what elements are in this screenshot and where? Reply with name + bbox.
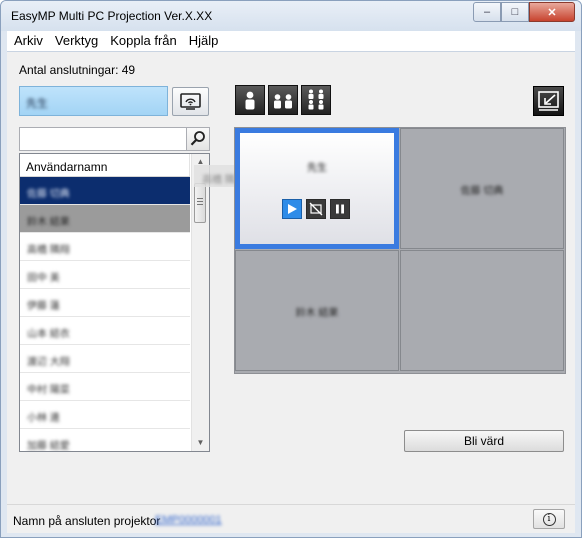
list-item[interactable]: 伊藤 蓮 bbox=[20, 289, 190, 317]
exit-fullscreen-icon bbox=[538, 91, 559, 111]
menu-verktyg[interactable]: Verktyg bbox=[50, 31, 103, 48]
cell-controls bbox=[282, 199, 350, 219]
maximize-button[interactable]: □ bbox=[501, 2, 529, 22]
user-list-scrollbar[interactable]: ▲ ▼ bbox=[191, 154, 209, 451]
list-item[interactable]: 加藤 結愛 bbox=[20, 429, 190, 452]
pause-button[interactable] bbox=[330, 199, 350, 219]
wifi-display-icon bbox=[180, 93, 201, 110]
minimize-button[interactable]: – bbox=[473, 2, 501, 22]
list-item[interactable]: 渡辺 大翔 bbox=[20, 345, 190, 373]
column-username: Användarnamn bbox=[26, 160, 108, 174]
list-item-label: 中村 陽菜 bbox=[27, 385, 70, 396]
list-item-label: 加藤 結愛 bbox=[27, 441, 70, 452]
info-button[interactable]: i bbox=[533, 509, 565, 529]
play-icon bbox=[288, 204, 297, 214]
scroll-thumb[interactable] bbox=[194, 183, 206, 223]
two-person-icon bbox=[274, 94, 292, 109]
menu-bar: Arkiv Verktyg Koppla från Hjälp bbox=[7, 31, 575, 52]
connection-count: Antal anslutningar: 49 bbox=[19, 63, 136, 77]
grid-cell[interactable] bbox=[400, 250, 564, 371]
fullscreen-button[interactable] bbox=[533, 86, 564, 116]
list-item-label: 渡辺 大翔 bbox=[27, 357, 70, 368]
title-bar: EasyMP Multi PC Projection Ver.X.XX – □ … bbox=[1, 1, 581, 31]
maximize-icon: □ bbox=[511, 6, 519, 18]
layout-double-button[interactable] bbox=[268, 85, 298, 115]
list-item-label: 佐藤 切典 bbox=[27, 189, 70, 200]
list-item[interactable]: 小林 連 bbox=[20, 401, 190, 429]
info-icon: i bbox=[542, 512, 556, 526]
current-user-box: 先生 bbox=[19, 86, 168, 116]
list-item[interactable]: 高橋 隣翔 bbox=[20, 233, 190, 261]
connected-projector-label: Namn på ansluten projektor bbox=[13, 514, 161, 528]
minimize-icon: – bbox=[483, 6, 491, 18]
layout-single-button[interactable] bbox=[235, 85, 265, 115]
current-user-name: 先生 bbox=[26, 98, 48, 110]
client-area: Antal anslutningar: 49 先生 Användarnamn 佐… bbox=[7, 52, 575, 533]
become-host-button[interactable]: Bli värd bbox=[404, 430, 564, 452]
user-rows: 佐藤 切典 鈴木 結果 高橋 隣翔 田中 美 伊藤 蓮 山本 結衣 渡辺 大翔 … bbox=[20, 177, 190, 452]
list-item[interactable]: 田中 美 bbox=[20, 261, 190, 289]
pause-icon bbox=[336, 204, 344, 214]
header-divider bbox=[189, 154, 190, 176]
app-window: EasyMP Multi PC Projection Ver.X.XX – □ … bbox=[0, 0, 582, 538]
list-item-label: 伊藤 蓮 bbox=[27, 301, 60, 312]
list-item-label: 小林 連 bbox=[27, 413, 60, 424]
list-item[interactable]: 鈴木 結果 bbox=[20, 205, 190, 233]
four-person-icon bbox=[308, 89, 324, 110]
projection-grid: 先生 佐藤 切典 鈴木 結果 bbox=[234, 127, 566, 374]
list-item-label: 高橋 隣翔 bbox=[27, 245, 70, 256]
user-list: Användarnamn 佐藤 切典 鈴木 結果 高橋 隣翔 田中 美 伊藤 蓮… bbox=[19, 153, 210, 452]
grid-cell-label: 先生 bbox=[307, 163, 327, 174]
connected-projector-link[interactable]: EMP0000001 bbox=[155, 514, 222, 526]
caption-buttons: – □ ✕ bbox=[473, 2, 575, 22]
close-icon: ✕ bbox=[547, 6, 557, 19]
menu-arkiv[interactable]: Arkiv bbox=[9, 31, 48, 48]
list-item[interactable]: 中村 陽菜 bbox=[20, 373, 190, 401]
cast-button[interactable] bbox=[172, 87, 209, 116]
play-button[interactable] bbox=[282, 199, 302, 219]
grid-cell[interactable]: 佐藤 切典 bbox=[400, 128, 564, 249]
list-item[interactable]: 山本 結衣 bbox=[20, 317, 190, 345]
list-item-label: 田中 美 bbox=[27, 273, 60, 284]
grid-cell-label: 佐藤 切典 bbox=[460, 186, 504, 197]
close-button[interactable]: ✕ bbox=[529, 2, 575, 22]
scroll-down-icon[interactable]: ▼ bbox=[192, 435, 209, 451]
layout-quad-button[interactable] bbox=[301, 85, 331, 115]
search-button[interactable] bbox=[186, 127, 210, 151]
single-person-icon bbox=[245, 91, 255, 110]
search-input[interactable] bbox=[19, 127, 191, 151]
menu-hjalp[interactable]: Hjälp bbox=[184, 31, 224, 48]
status-bar: Namn på ansluten projektor EMP0000001 i bbox=[7, 504, 575, 533]
grid-cell-active[interactable]: 先生 bbox=[235, 128, 399, 249]
menu-koppla-fran[interactable]: Koppla från bbox=[105, 31, 182, 48]
list-item-label: 山本 結衣 bbox=[27, 329, 70, 340]
window-title: EasyMP Multi PC Projection Ver.X.XX bbox=[11, 9, 213, 23]
no-display-icon bbox=[309, 202, 323, 216]
list-item[interactable]: 佐藤 切典 bbox=[20, 177, 190, 205]
user-list-header[interactable]: Användarnamn bbox=[20, 154, 190, 177]
layout-buttons bbox=[235, 85, 331, 115]
grid-cell[interactable]: 鈴木 結果 bbox=[235, 250, 399, 371]
magnifier-icon bbox=[190, 131, 205, 146]
blank-button[interactable] bbox=[306, 199, 326, 219]
grid-cell-label: 鈴木 結果 bbox=[295, 308, 339, 319]
list-item-label: 鈴木 結果 bbox=[27, 217, 70, 228]
